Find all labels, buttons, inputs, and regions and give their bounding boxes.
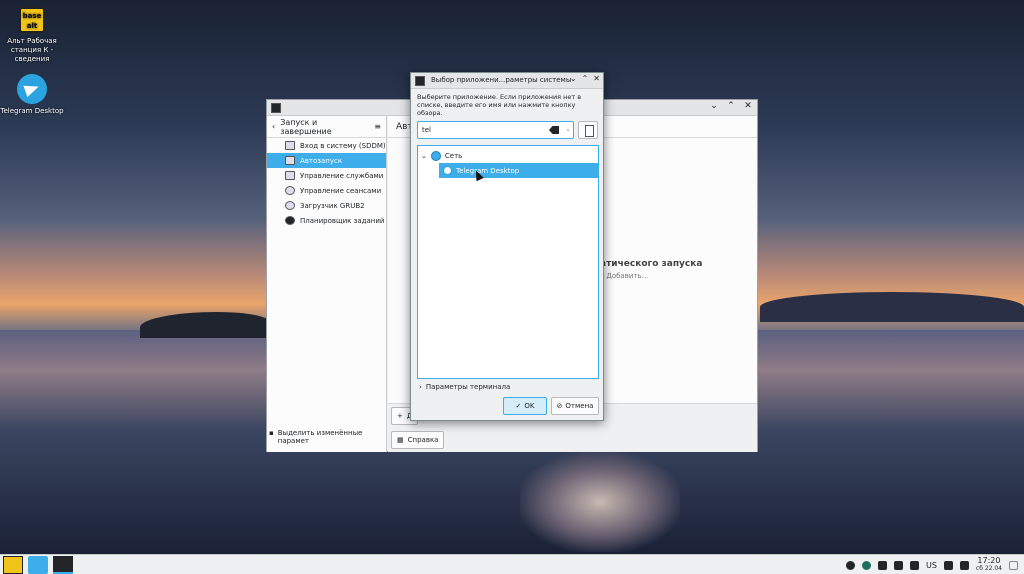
autostart-icon [285, 156, 295, 165]
sidebar-item-autostart[interactable]: Автозапуск [267, 153, 386, 168]
file-manager-icon[interactable] [28, 556, 48, 574]
taskbar-system-settings[interactable] [53, 556, 73, 574]
dialog-message: Выберите приложение. Если приложения нет… [417, 93, 582, 117]
tree-item-label: Сеть [444, 151, 463, 160]
tree-item-telegram[interactable]: Telegram Desktop [439, 163, 598, 178]
sidebar-item-label: Управление службами [300, 171, 384, 180]
power-icon [285, 186, 295, 195]
dialog-titlebar[interactable]: Выбор приложени...раметры системы ⌄ ⌃ ✕ [411, 73, 603, 89]
sidebar: ‹ Запуск и завершение ≡ Вход в систему (… [267, 116, 387, 452]
network-status-icon[interactable] [861, 560, 871, 570]
tray-expand-icon[interactable] [959, 560, 969, 570]
desktop-icon-basealt[interactable]: base alt Альт Рабочая станция К - сведен… [0, 7, 67, 64]
minimize-icon[interactable]: ⌄ [570, 74, 577, 83]
sidebar-item-label: Загрузчик GRUB2 [300, 201, 365, 210]
clock[interactable]: 17:20 сб 22.04 [976, 557, 1002, 573]
clock-date: сб 22.04 [975, 565, 1002, 572]
sidebar-item-label: Вход в систему (SDDM) [300, 141, 386, 150]
choose-application-dialog: Выбор приложени...раметры системы ⌄ ⌃ ✕ … [410, 72, 604, 421]
app-icon [271, 103, 281, 113]
sidebar-item-grub[interactable]: Загрузчик GRUB2 [267, 198, 386, 213]
desktop-icon-label: Альт Рабочая станция К - сведения [7, 37, 57, 63]
close-icon[interactable]: ✕ [593, 74, 600, 83]
telegram-tray-icon[interactable] [845, 560, 855, 570]
cancel-button-label: Отмена [565, 402, 594, 410]
clear-text-icon[interactable] [549, 126, 559, 134]
system-tray: US 17:20 сб 22.04 [845, 555, 1024, 574]
basealt-logo-icon: base alt [19, 7, 45, 33]
dialog-title: Выбор приложени...раметры системы [431, 76, 572, 84]
browse-button[interactable] [578, 121, 598, 139]
app-icon [415, 76, 425, 86]
terminal-options-toggle[interactable]: › Параметры терминала [419, 383, 510, 391]
volume-icon[interactable] [909, 560, 919, 570]
application-tree: ⌄ Сеть Telegram Desktop [417, 145, 599, 379]
highlight-changes-label: Выделить изменённые парамет [277, 429, 363, 445]
sidebar-item-sessions[interactable]: Управление сеансами [267, 183, 386, 198]
empty-state-subtitle: у Добавить... [600, 272, 649, 280]
sidebar-item-services[interactable]: Управление службами [267, 168, 386, 183]
sidebar-back-label[interactable]: Запуск и завершение [280, 118, 369, 136]
monitor-icon [285, 141, 295, 150]
terminal-options-label: Параметры терминала [425, 383, 511, 391]
display-icon[interactable] [943, 560, 953, 570]
back-arrow-icon[interactable]: ‹ [272, 122, 275, 131]
globe-icon [430, 150, 441, 161]
services-icon [285, 171, 295, 180]
wallpaper-island [140, 312, 270, 338]
cancel-icon: ⊘ [556, 402, 563, 410]
maximize-icon[interactable]: ⌃ [582, 74, 589, 83]
highlight-icon: ▪ [269, 429, 274, 437]
ok-button[interactable]: ✓ OK [503, 397, 547, 415]
telegram-icon [443, 166, 452, 175]
help-button-label: Справка [407, 436, 439, 444]
wallpaper-ice [520, 452, 680, 552]
chevron-right-icon: › [419, 383, 422, 391]
sidebar-item-label: Автозапуск [300, 156, 343, 165]
refresh-icon [285, 201, 295, 210]
desktop-icon-label: Telegram Desktop [0, 107, 64, 115]
ok-button-label: OK [524, 402, 535, 410]
clock-time: 17:20 [977, 556, 1001, 565]
clipboard-icon[interactable] [877, 560, 887, 570]
tree-item-label: Telegram Desktop [456, 166, 520, 175]
help-button[interactable]: ▦ Справка [391, 431, 445, 449]
search-value: tel [422, 126, 431, 134]
telegram-icon [17, 74, 47, 104]
highlight-changes-button[interactable]: ▪ Выделить изменённые парамет [269, 429, 386, 445]
application-search-input[interactable]: tel ⌄ [417, 121, 574, 139]
sidebar-item-scheduler[interactable]: Планировщик заданий [267, 213, 386, 228]
desktop-icon-telegram[interactable]: Telegram Desktop [0, 74, 67, 116]
clock-icon [285, 216, 295, 225]
show-desktop-icon[interactable] [1009, 560, 1018, 570]
hamburger-menu-icon[interactable]: ≡ [374, 122, 381, 131]
sidebar-item-sddm[interactable]: Вход в систему (SDDM) [267, 138, 386, 153]
plus-icon: + [397, 412, 403, 420]
chevron-down-icon[interactable]: ⌄ [565, 125, 571, 133]
sidebar-item-label: Планировщик заданий [300, 216, 385, 225]
help-icon: ▦ [397, 436, 404, 444]
cancel-button[interactable]: ⊘ Отмена [551, 397, 599, 415]
close-icon[interactable]: ✕ [743, 101, 753, 111]
sidebar-item-label: Управление сеансами [300, 186, 382, 195]
maximize-icon[interactable]: ⌃ [726, 101, 736, 111]
application-launcher-icon[interactable] [3, 556, 23, 574]
tree-category-network[interactable]: ⌄ Сеть [421, 148, 597, 163]
wallpaper-hill [760, 292, 1024, 322]
notifications-icon[interactable] [893, 560, 903, 570]
keyboard-layout-indicator[interactable]: US [926, 561, 937, 570]
checkmark-icon: ✓ [515, 402, 522, 410]
sidebar-header: ‹ Запуск и завершение ≡ [267, 116, 386, 138]
chevron-down-icon[interactable]: ⌄ [421, 152, 427, 160]
taskbar: US 17:20 сб 22.04 [0, 554, 1024, 574]
empty-state-title: атического запуска [600, 259, 703, 269]
minimize-icon[interactable]: ⌄ [709, 101, 719, 111]
